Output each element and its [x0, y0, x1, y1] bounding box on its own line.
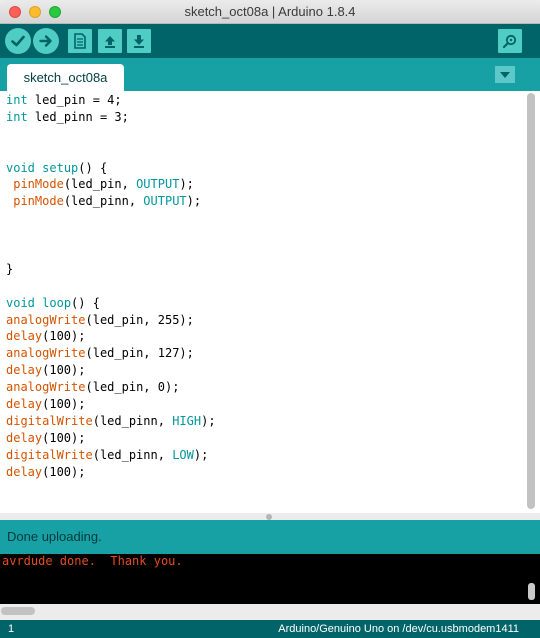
code-text[interactable]: int led_pin = 4; int led_pinn = 3; void s… [6, 92, 521, 480]
code-line[interactable]: analogWrite(led_pin, 255); [6, 312, 521, 329]
code-line[interactable] [6, 210, 521, 227]
code-line[interactable] [6, 278, 521, 295]
board-port-info: Arduino/Genuino Uno on /dev/cu.usbmodem1… [278, 623, 519, 635]
code-line[interactable]: delay(100); [6, 430, 521, 447]
magnifier-icon [502, 34, 517, 49]
editor-vertical-scrollbar[interactable] [527, 93, 535, 509]
code-line[interactable] [6, 143, 521, 160]
tab-bar: sketch_oct08a [0, 58, 540, 91]
code-line[interactable]: digitalWrite(led_pinn, HIGH); [6, 413, 521, 430]
upload-button[interactable] [33, 28, 59, 54]
window-title: sketch_oct08a | Arduino 1.8.4 [184, 4, 356, 19]
check-icon [11, 35, 25, 47]
open-sketch-button[interactable] [98, 29, 122, 53]
console-horizontal-scrollbar[interactable] [1, 607, 35, 615]
console-vertical-scrollbar[interactable] [528, 583, 535, 600]
console-output: avrdude done. Thank you. [2, 554, 183, 568]
code-editor[interactable]: int led_pin = 4; int led_pinn = 3; void s… [0, 91, 540, 513]
arrow-up-icon [105, 36, 115, 48]
code-line[interactable]: void setup() { [6, 160, 521, 177]
code-line[interactable]: delay(100); [6, 464, 521, 481]
code-line[interactable]: digitalWrite(led_pinn, LOW); [6, 447, 521, 464]
tab-menu-button[interactable] [495, 66, 515, 83]
footer-status-bar: 1 Arduino/Genuino Uno on /dev/cu.usbmode… [0, 620, 540, 638]
code-line[interactable] [6, 244, 521, 261]
code-line[interactable]: analogWrite(led_pin, 127); [6, 345, 521, 362]
tab-sketch[interactable]: sketch_oct08a [7, 64, 124, 91]
arrow-right-icon [39, 35, 52, 47]
serial-monitor-button[interactable] [498, 29, 522, 53]
window-titlebar: sketch_oct08a | Arduino 1.8.4 [0, 0, 540, 24]
code-line[interactable]: } [6, 261, 521, 278]
code-line[interactable]: delay(100); [6, 362, 521, 379]
toolbar [0, 24, 540, 58]
status-message: Done uploading. [0, 520, 540, 554]
code-line[interactable] [6, 126, 521, 143]
code-line[interactable]: pinMode(led_pin, OUTPUT); [6, 176, 521, 193]
arrow-down-icon [134, 35, 144, 48]
new-sketch-button[interactable] [68, 29, 92, 53]
verify-button[interactable] [5, 28, 31, 54]
code-line[interactable]: delay(100); [6, 396, 521, 413]
line-number: 1 [8, 623, 15, 635]
triangle-down-icon [500, 71, 510, 78]
split-divider[interactable] [0, 513, 540, 520]
code-line[interactable]: analogWrite(led_pin, 0); [6, 379, 521, 396]
code-line[interactable]: delay(100); [6, 328, 521, 345]
code-line[interactable]: int led_pin = 4; [6, 92, 521, 109]
console-horizontal-scroll-track [0, 604, 540, 620]
code-line[interactable]: pinMode(led_pinn, OUTPUT); [6, 193, 521, 210]
code-line[interactable] [6, 227, 521, 244]
file-icon [74, 33, 86, 49]
code-line[interactable]: int led_pinn = 3; [6, 109, 521, 126]
console-panel[interactable]: avrdude done. Thank you. [0, 554, 540, 604]
code-line[interactable]: void loop() { [6, 295, 521, 312]
save-sketch-button[interactable] [127, 29, 151, 53]
